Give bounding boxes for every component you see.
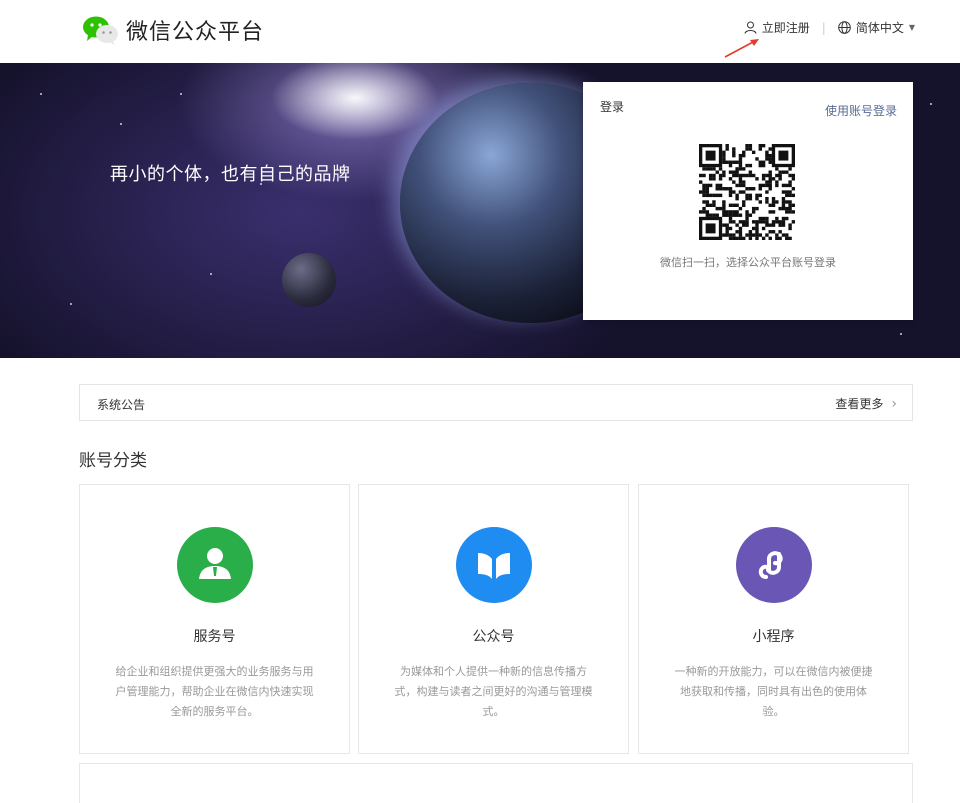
banner-slogan: 再小的个体，也有自己的品牌	[110, 164, 351, 185]
mini-program-icon	[758, 551, 783, 579]
card-icon-circle	[735, 527, 812, 603]
notice-title: 系统公告	[97, 398, 146, 412]
card-icon-circle	[176, 527, 253, 603]
user-icon	[744, 21, 757, 34]
language-selector[interactable]: 简体中文 ▼	[838, 19, 915, 36]
view-more-link[interactable]: 查看更多 ›	[835, 395, 897, 412]
globe-icon	[838, 21, 851, 34]
chevron-right-icon: ›	[891, 395, 897, 412]
bottom-panel	[79, 763, 913, 803]
view-more-label: 查看更多	[835, 397, 884, 411]
annotation-arrow-icon	[724, 39, 759, 58]
card-icon-circle	[455, 527, 532, 603]
person-icon	[198, 548, 231, 579]
nav-separator: |	[821, 20, 826, 35]
language-label: 简体中文	[855, 21, 904, 35]
account-login-link[interactable]: 使用账号登录	[825, 102, 897, 119]
card-description: 一种新的开放能力，可以在微信内被便捷地获取和传播，同时具有出色的使用体验。	[674, 665, 873, 718]
card-title: 小程序	[752, 629, 795, 645]
caret-down-icon: ▼	[908, 23, 915, 32]
card-title: 服务号	[193, 629, 236, 645]
brand-title: 微信公众平台	[126, 20, 265, 45]
card-title: 公众号	[472, 629, 515, 645]
logo[interactable]: 微信公众平台	[82, 14, 264, 46]
mini-program-card[interactable]: 小程序 一种新的开放能力，可以在微信内被便捷地获取和传播，同时具有出色的使用体验…	[638, 484, 909, 754]
register-label: 立即注册	[761, 21, 810, 35]
qr-code	[699, 144, 796, 241]
moon-image	[282, 253, 336, 307]
top-nav: 立即注册 | 简体中文 ▼	[744, 19, 915, 36]
login-panel: 登录 使用账号登录 微信扫一扫，选择公众平台账号登录	[583, 82, 913, 320]
service-account-card[interactable]: 服务号 给企业和组织提供更强大的业务服务与用户管理能力，帮助企业在微信内快速实现…	[79, 484, 350, 754]
card-description: 给企业和组织提供更强大的业务服务与用户管理能力，帮助企业在微信内快速实现全新的服…	[115, 665, 314, 718]
account-types-heading: 账号分类	[79, 451, 147, 471]
book-icon	[477, 553, 510, 579]
register-link[interactable]: 立即注册	[744, 19, 810, 36]
wechat-logo-icon	[82, 15, 120, 45]
login-title: 登录	[600, 100, 625, 114]
top-header: 微信公众平台 立即注册 | 简体中文 ▼	[0, 0, 960, 63]
system-notice-bar: 系统公告 查看更多 ›	[79, 384, 913, 421]
qr-instruction: 微信扫一扫，选择公众平台账号登录	[660, 256, 836, 269]
card-description: 为媒体和个人提供一种新的信息传播方式，构建与读者之间更好的沟通与管理模式。	[394, 665, 593, 718]
official-account-card[interactable]: 公众号 为媒体和个人提供一种新的信息传播方式，构建与读者之间更好的沟通与管理模式…	[358, 484, 629, 754]
